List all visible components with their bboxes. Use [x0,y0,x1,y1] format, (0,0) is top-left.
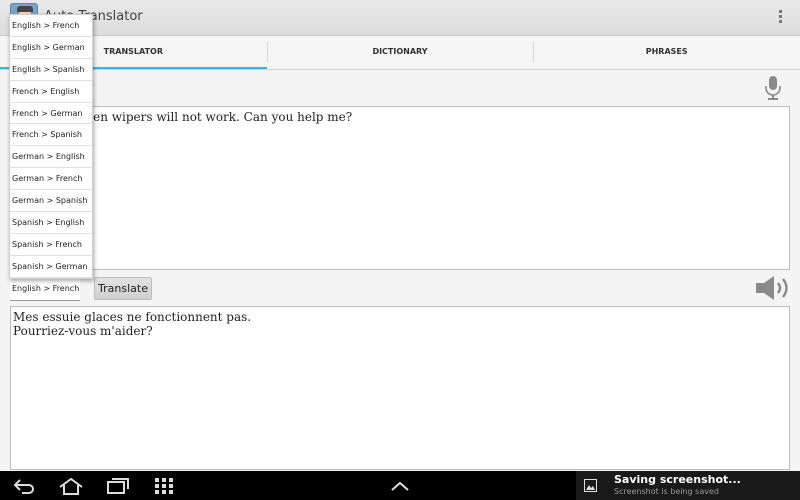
dropdown-option[interactable]: German > English [10,146,92,169]
back-icon[interactable] [12,477,36,495]
chevron-up-icon[interactable] [389,477,411,495]
overflow-menu-icon[interactable] [774,10,786,26]
tab-dictionary[interactable]: DICTIONARY [266,36,534,70]
dropdown-option[interactable]: Spanish > French [10,233,92,256]
notification-subtitle: Screenshot is being saved [614,487,719,496]
system-navigation-bar: Saving screenshot... Screenshot is being… [0,471,800,500]
microphone-icon[interactable] [762,75,784,101]
speaker-icon[interactable] [754,274,792,302]
dropdown-option[interactable]: French > German [10,102,92,125]
recent-apps-icon[interactable] [106,477,130,495]
notification-title: Saving screenshot... [614,473,741,486]
language-pair-select[interactable]: English > French [10,277,80,301]
dropdown-option[interactable]: French > English [10,80,92,103]
app-window: Auto Translator TRANSLATOR DICTIONARY PH… [0,0,800,500]
dropdown-option[interactable]: Spanish > English [10,212,92,234]
screenshot-notification[interactable]: Saving screenshot... Screenshot is being… [576,471,800,500]
source-text-input[interactable]: My windscreen wipers will not work. Can … [10,106,790,270]
dropdown-option[interactable]: English > Spanish [10,58,92,81]
language-dropdown-list: English > French English > German Englis… [9,14,93,279]
dropdown-option[interactable]: English > French [10,15,92,37]
action-bar: Auto Translator [0,0,800,36]
dropdown-option[interactable]: French > Spanish [10,124,92,147]
apps-grid-icon[interactable] [154,477,174,495]
picture-icon [584,479,597,492]
tab-divider [0,69,800,70]
dropdown-option[interactable]: English > German [10,36,92,59]
tab-bar: TRANSLATOR DICTIONARY PHRASES [0,36,800,70]
dropdown-option[interactable]: Spanish > German [10,255,92,278]
home-icon[interactable] [58,477,84,495]
translate-button[interactable]: Translate [94,277,152,300]
translation-output[interactable]: Mes essuie glaces ne fonctionnent pas. P… [10,306,790,470]
dropdown-option[interactable]: German > French [10,168,92,191]
dropdown-option[interactable]: German > Spanish [10,190,92,213]
tab-phrases[interactable]: PHRASES [533,36,800,70]
